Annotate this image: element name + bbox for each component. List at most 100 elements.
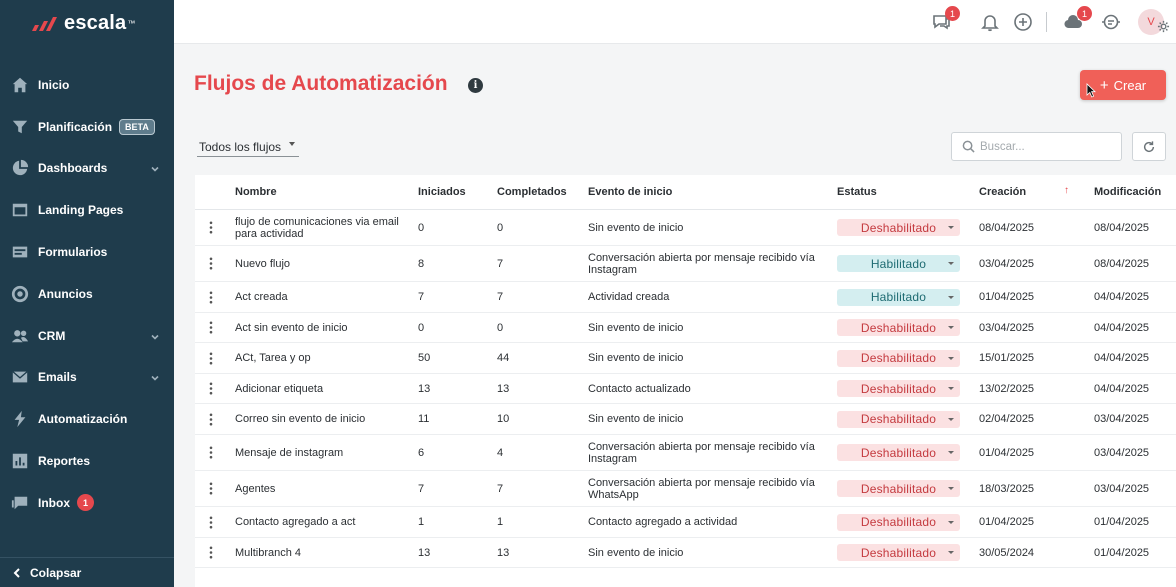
support-chat-button[interactable] <box>1100 11 1122 33</box>
status-select[interactable]: Habilitado <box>837 288 960 306</box>
status-select[interactable]: Deshabilitado <box>837 349 960 367</box>
chevron-down-icon <box>150 372 160 382</box>
status-select[interactable]: Deshabilitado <box>837 219 960 236</box>
flow-name[interactable]: Act sin evento de inicio <box>226 322 418 334</box>
search-box[interactable] <box>951 132 1122 161</box>
header-modified[interactable]: Modificación <box>1094 186 1176 198</box>
status-select[interactable]: Deshabilitado <box>837 380 960 397</box>
header-completed[interactable]: Completados <box>497 186 588 198</box>
table-row[interactable]: Nuevo flujo 8 7 Conversación abierta por me… <box>195 246 1176 282</box>
kebab-menu-icon <box>209 221 212 234</box>
table-row[interactable]: Act creada 7 7 Actividad creada Habilitado 01… <box>195 282 1176 313</box>
flow-name[interactable]: Adicionar etiqueta <box>226 383 418 395</box>
flow-name[interactable]: Correo sin evento de inicio <box>226 413 418 425</box>
status-select[interactable]: Deshabilitado <box>837 513 960 531</box>
row-menu-button[interactable] <box>195 413 226 426</box>
sort-arrow-icon[interactable]: ↑ <box>1064 185 1069 196</box>
sidebar-item-inicio[interactable]: Inicio <box>0 64 174 106</box>
topbar-divider <box>1046 12 1047 32</box>
sidebar-item-emails[interactable]: Emails <box>0 357 174 399</box>
status-select[interactable]: Deshabilitado <box>837 480 960 497</box>
header-started[interactable]: Iniciados <box>418 186 497 198</box>
collapse-sidebar-button[interactable]: Colapsar <box>0 557 174 587</box>
flow-created: 15/01/2025 <box>979 352 1035 364</box>
pie-chart-icon <box>11 159 29 177</box>
status-select[interactable]: Deshabilitado <box>837 410 960 428</box>
flow-name[interactable]: Act creada <box>226 291 418 303</box>
status-badge: Habilitado <box>870 290 927 304</box>
table-row[interactable]: Adicionar etiqueta 13 13 Contacto actualiza… <box>195 374 1176 404</box>
header-name[interactable]: Nombre <box>226 186 418 198</box>
status-badge: Deshabilitado <box>860 545 937 560</box>
search-input[interactable] <box>980 140 1110 153</box>
flow-completed: 0 <box>497 321 504 334</box>
row-menu-button[interactable] <box>195 257 226 270</box>
sidebar-item-automatizacion[interactable]: Automatización <box>0 398 174 440</box>
flow-name[interactable]: flujo de comunicaciones via email para a… <box>226 216 418 240</box>
info-icon[interactable]: i <box>468 78 483 93</box>
chat-notifications-button[interactable]: 1 <box>930 6 960 33</box>
sidebar-item-anuncios[interactable]: Anuncios <box>0 273 174 315</box>
table-row[interactable]: Correo sin evento de inicio 11 10 Sin event… <box>195 404 1176 435</box>
sidebar: escala ™ Inicio Planificación BETA Dashbo… <box>0 0 174 587</box>
status-select[interactable]: Deshabilitado <box>837 319 960 336</box>
row-menu-button[interactable] <box>195 221 226 234</box>
flow-filter-select[interactable]: Todos los flujos <box>197 138 299 157</box>
row-menu-button[interactable] <box>195 446 226 459</box>
row-menu-button[interactable] <box>195 291 226 304</box>
table-row[interactable]: Multibranch 4 13 13 Sin evento de inicio Des… <box>195 538 1176 568</box>
brand-name: escala <box>64 11 127 34</box>
plus-icon: + <box>1099 76 1109 94</box>
kebab-menu-icon <box>209 482 212 495</box>
row-menu-button[interactable] <box>195 546 226 559</box>
kebab-menu-icon <box>209 413 212 425</box>
row-menu-button[interactable] <box>195 352 226 365</box>
flow-name[interactable]: Agentes <box>226 483 418 495</box>
sidebar-item-formularios[interactable]: Formularios <box>0 231 174 273</box>
gear-icon[interactable] <box>1157 20 1170 33</box>
status-cell: Deshabilitado <box>837 349 979 367</box>
table-row[interactable]: ACt, Tarea y op 50 44 Sin evento de inicio D… <box>195 343 1176 374</box>
table-row[interactable]: Act sin evento de inicio 0 0 Sin evento de … <box>195 313 1176 343</box>
flow-name[interactable]: Nuevo flujo <box>226 258 418 270</box>
row-menu-button[interactable] <box>195 382 226 395</box>
sidebar-item-label: CRM <box>38 328 66 343</box>
flow-name[interactable]: Mensaje de instagram <box>226 447 418 459</box>
cloud-sync-button[interactable]: 1 <box>1062 6 1092 33</box>
notifications-button[interactable] <box>979 11 1001 33</box>
flow-modified: 08/04/2025 <box>1094 221 1150 234</box>
flow-modified: 03/04/2025 <box>1094 446 1150 459</box>
row-menu-button[interactable] <box>195 516 226 529</box>
sidebar-item-reportes[interactable]: Reportes <box>0 440 174 482</box>
inbox-icon <box>11 494 29 512</box>
flow-name[interactable]: ACt, Tarea y op <box>226 352 418 364</box>
refresh-button[interactable] <box>1132 132 1166 161</box>
header-created[interactable]: Creación ↑ <box>979 185 1094 198</box>
row-menu-button[interactable] <box>195 482 226 495</box>
flow-name[interactable]: Multibranch 4 <box>226 547 418 559</box>
add-button[interactable] <box>1012 11 1034 33</box>
sidebar-item-crm[interactable]: CRM <box>0 315 174 357</box>
flow-modified: 04/04/2025 <box>1094 321 1150 334</box>
status-select[interactable]: Habilitado <box>837 255 960 272</box>
header-event[interactable]: Evento de inicio <box>588 186 837 198</box>
header-status[interactable]: Estatus <box>837 186 979 198</box>
sidebar-item-dashboards[interactable]: Dashboards <box>0 148 174 190</box>
caret-down-icon <box>948 295 954 299</box>
status-badge: Deshabilitado <box>860 220 937 235</box>
sidebar-item-landing-pages[interactable]: Landing Pages <box>0 189 174 231</box>
flow-name[interactable]: Contacto agregado a act <box>226 516 418 528</box>
table-row[interactable]: Agentes 7 7 Conversación abierta por mensaj… <box>195 471 1176 507</box>
status-select[interactable]: Deshabilitado <box>837 444 960 461</box>
row-menu-button[interactable] <box>195 321 226 334</box>
status-select[interactable]: Deshabilitado <box>837 544 960 561</box>
sidebar-item-inbox[interactable]: Inbox 1 <box>0 482 174 524</box>
refresh-icon <box>1143 140 1155 152</box>
table-row[interactable]: Mensaje de instagram 6 4 Conversación abier… <box>195 435 1176 471</box>
sidebar-item-planificacion[interactable]: Planificación BETA <box>0 106 174 148</box>
table-row[interactable]: flujo de comunicaciones via email para a… <box>195 210 1176 246</box>
caret-down-icon <box>948 226 954 229</box>
table-row[interactable]: Contacto agregado a act 1 1 Contacto agrega… <box>195 507 1176 538</box>
escala-logo[interactable]: escala ™ <box>30 10 135 36</box>
logo-bars-icon <box>32 17 57 31</box>
